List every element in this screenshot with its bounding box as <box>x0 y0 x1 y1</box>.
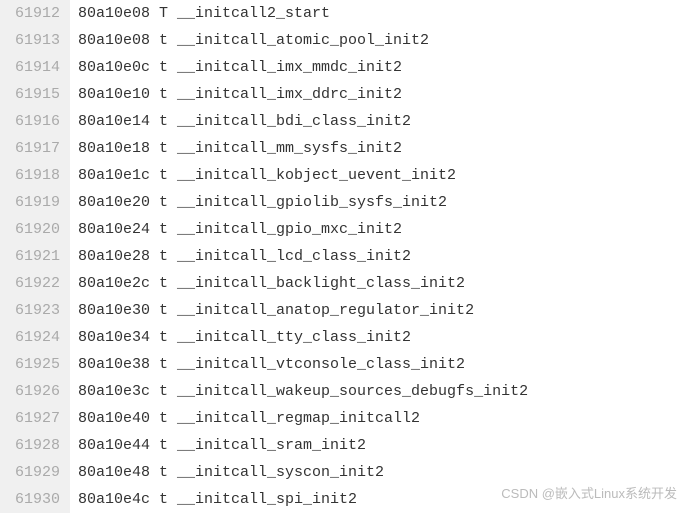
line-content: 80a10e08 t __initcall_atomic_pool_init2 <box>70 27 689 54</box>
code-line: 6192180a10e28 t __initcall_lcd_class_ini… <box>0 243 689 270</box>
code-line: 6191780a10e18 t __initcall_mm_sysfs_init… <box>0 135 689 162</box>
code-line: 6191480a10e0c t __initcall_imx_mmdc_init… <box>0 54 689 81</box>
code-line: 6191980a10e20 t __initcall_gpiolib_sysfs… <box>0 189 689 216</box>
line-number: 61917 <box>0 135 70 162</box>
line-content: 80a10e38 t __initcall_vtconsole_class_in… <box>70 351 689 378</box>
line-number: 61924 <box>0 324 70 351</box>
code-line: 6192580a10e38 t __initcall_vtconsole_cla… <box>0 351 689 378</box>
code-line: 6193080a10e4c t __initcall_spi_init2 <box>0 486 689 513</box>
line-content: 80a10e1c t __initcall_kobject_uevent_ini… <box>70 162 689 189</box>
line-content: 80a10e34 t __initcall_tty_class_init2 <box>70 324 689 351</box>
line-number: 61918 <box>0 162 70 189</box>
line-content: 80a10e18 t __initcall_mm_sysfs_init2 <box>70 135 689 162</box>
line-content: 80a10e2c t __initcall_backlight_class_in… <box>70 270 689 297</box>
line-content: 80a10e24 t __initcall_gpio_mxc_init2 <box>70 216 689 243</box>
code-line: 6191580a10e10 t __initcall_imx_ddrc_init… <box>0 81 689 108</box>
line-content: 80a10e0c t __initcall_imx_mmdc_init2 <box>70 54 689 81</box>
code-line: 6192880a10e44 t __initcall_sram_init2 <box>0 432 689 459</box>
line-number: 61927 <box>0 405 70 432</box>
line-content: 80a10e28 t __initcall_lcd_class_init2 <box>70 243 689 270</box>
line-content: 80a10e44 t __initcall_sram_init2 <box>70 432 689 459</box>
line-number: 61915 <box>0 81 70 108</box>
line-number: 61916 <box>0 108 70 135</box>
line-number: 61912 <box>0 0 70 27</box>
code-line: 6192080a10e24 t __initcall_gpio_mxc_init… <box>0 216 689 243</box>
line-content: 80a10e08 T __initcall2_start <box>70 0 689 27</box>
line-number: 61928 <box>0 432 70 459</box>
code-line: 6192780a10e40 t __initcall_regmap_initca… <box>0 405 689 432</box>
line-content: 80a10e4c t __initcall_spi_init2 <box>70 486 689 513</box>
code-line: 6191380a10e08 t __initcall_atomic_pool_i… <box>0 27 689 54</box>
code-line: 6191680a10e14 t __initcall_bdi_class_ini… <box>0 108 689 135</box>
code-line: 6192380a10e30 t __initcall_anatop_regula… <box>0 297 689 324</box>
line-content: 80a10e30 t __initcall_anatop_regulator_i… <box>70 297 689 324</box>
line-content: 80a10e14 t __initcall_bdi_class_init2 <box>70 108 689 135</box>
line-content: 80a10e40 t __initcall_regmap_initcall2 <box>70 405 689 432</box>
line-number: 61929 <box>0 459 70 486</box>
line-number: 61920 <box>0 216 70 243</box>
code-listing: 6191280a10e08 T __initcall2_start6191380… <box>0 0 689 513</box>
line-number: 61919 <box>0 189 70 216</box>
line-content: 80a10e48 t __initcall_syscon_init2 <box>70 459 689 486</box>
line-content: 80a10e20 t __initcall_gpiolib_sysfs_init… <box>70 189 689 216</box>
code-line: 6192980a10e48 t __initcall_syscon_init2 <box>0 459 689 486</box>
line-number: 61921 <box>0 243 70 270</box>
code-line: 6191280a10e08 T __initcall2_start <box>0 0 689 27</box>
code-line: 6192480a10e34 t __initcall_tty_class_ini… <box>0 324 689 351</box>
line-number: 61922 <box>0 270 70 297</box>
line-number: 61914 <box>0 54 70 81</box>
line-number: 61925 <box>0 351 70 378</box>
line-number: 61923 <box>0 297 70 324</box>
line-content: 80a10e3c t __initcall_wakeup_sources_deb… <box>70 378 689 405</box>
code-line: 6192680a10e3c t __initcall_wakeup_source… <box>0 378 689 405</box>
line-content: 80a10e10 t __initcall_imx_ddrc_init2 <box>70 81 689 108</box>
line-number: 61930 <box>0 486 70 513</box>
line-number: 61926 <box>0 378 70 405</box>
code-line: 6191880a10e1c t __initcall_kobject_ueven… <box>0 162 689 189</box>
code-line: 6192280a10e2c t __initcall_backlight_cla… <box>0 270 689 297</box>
line-number: 61913 <box>0 27 70 54</box>
